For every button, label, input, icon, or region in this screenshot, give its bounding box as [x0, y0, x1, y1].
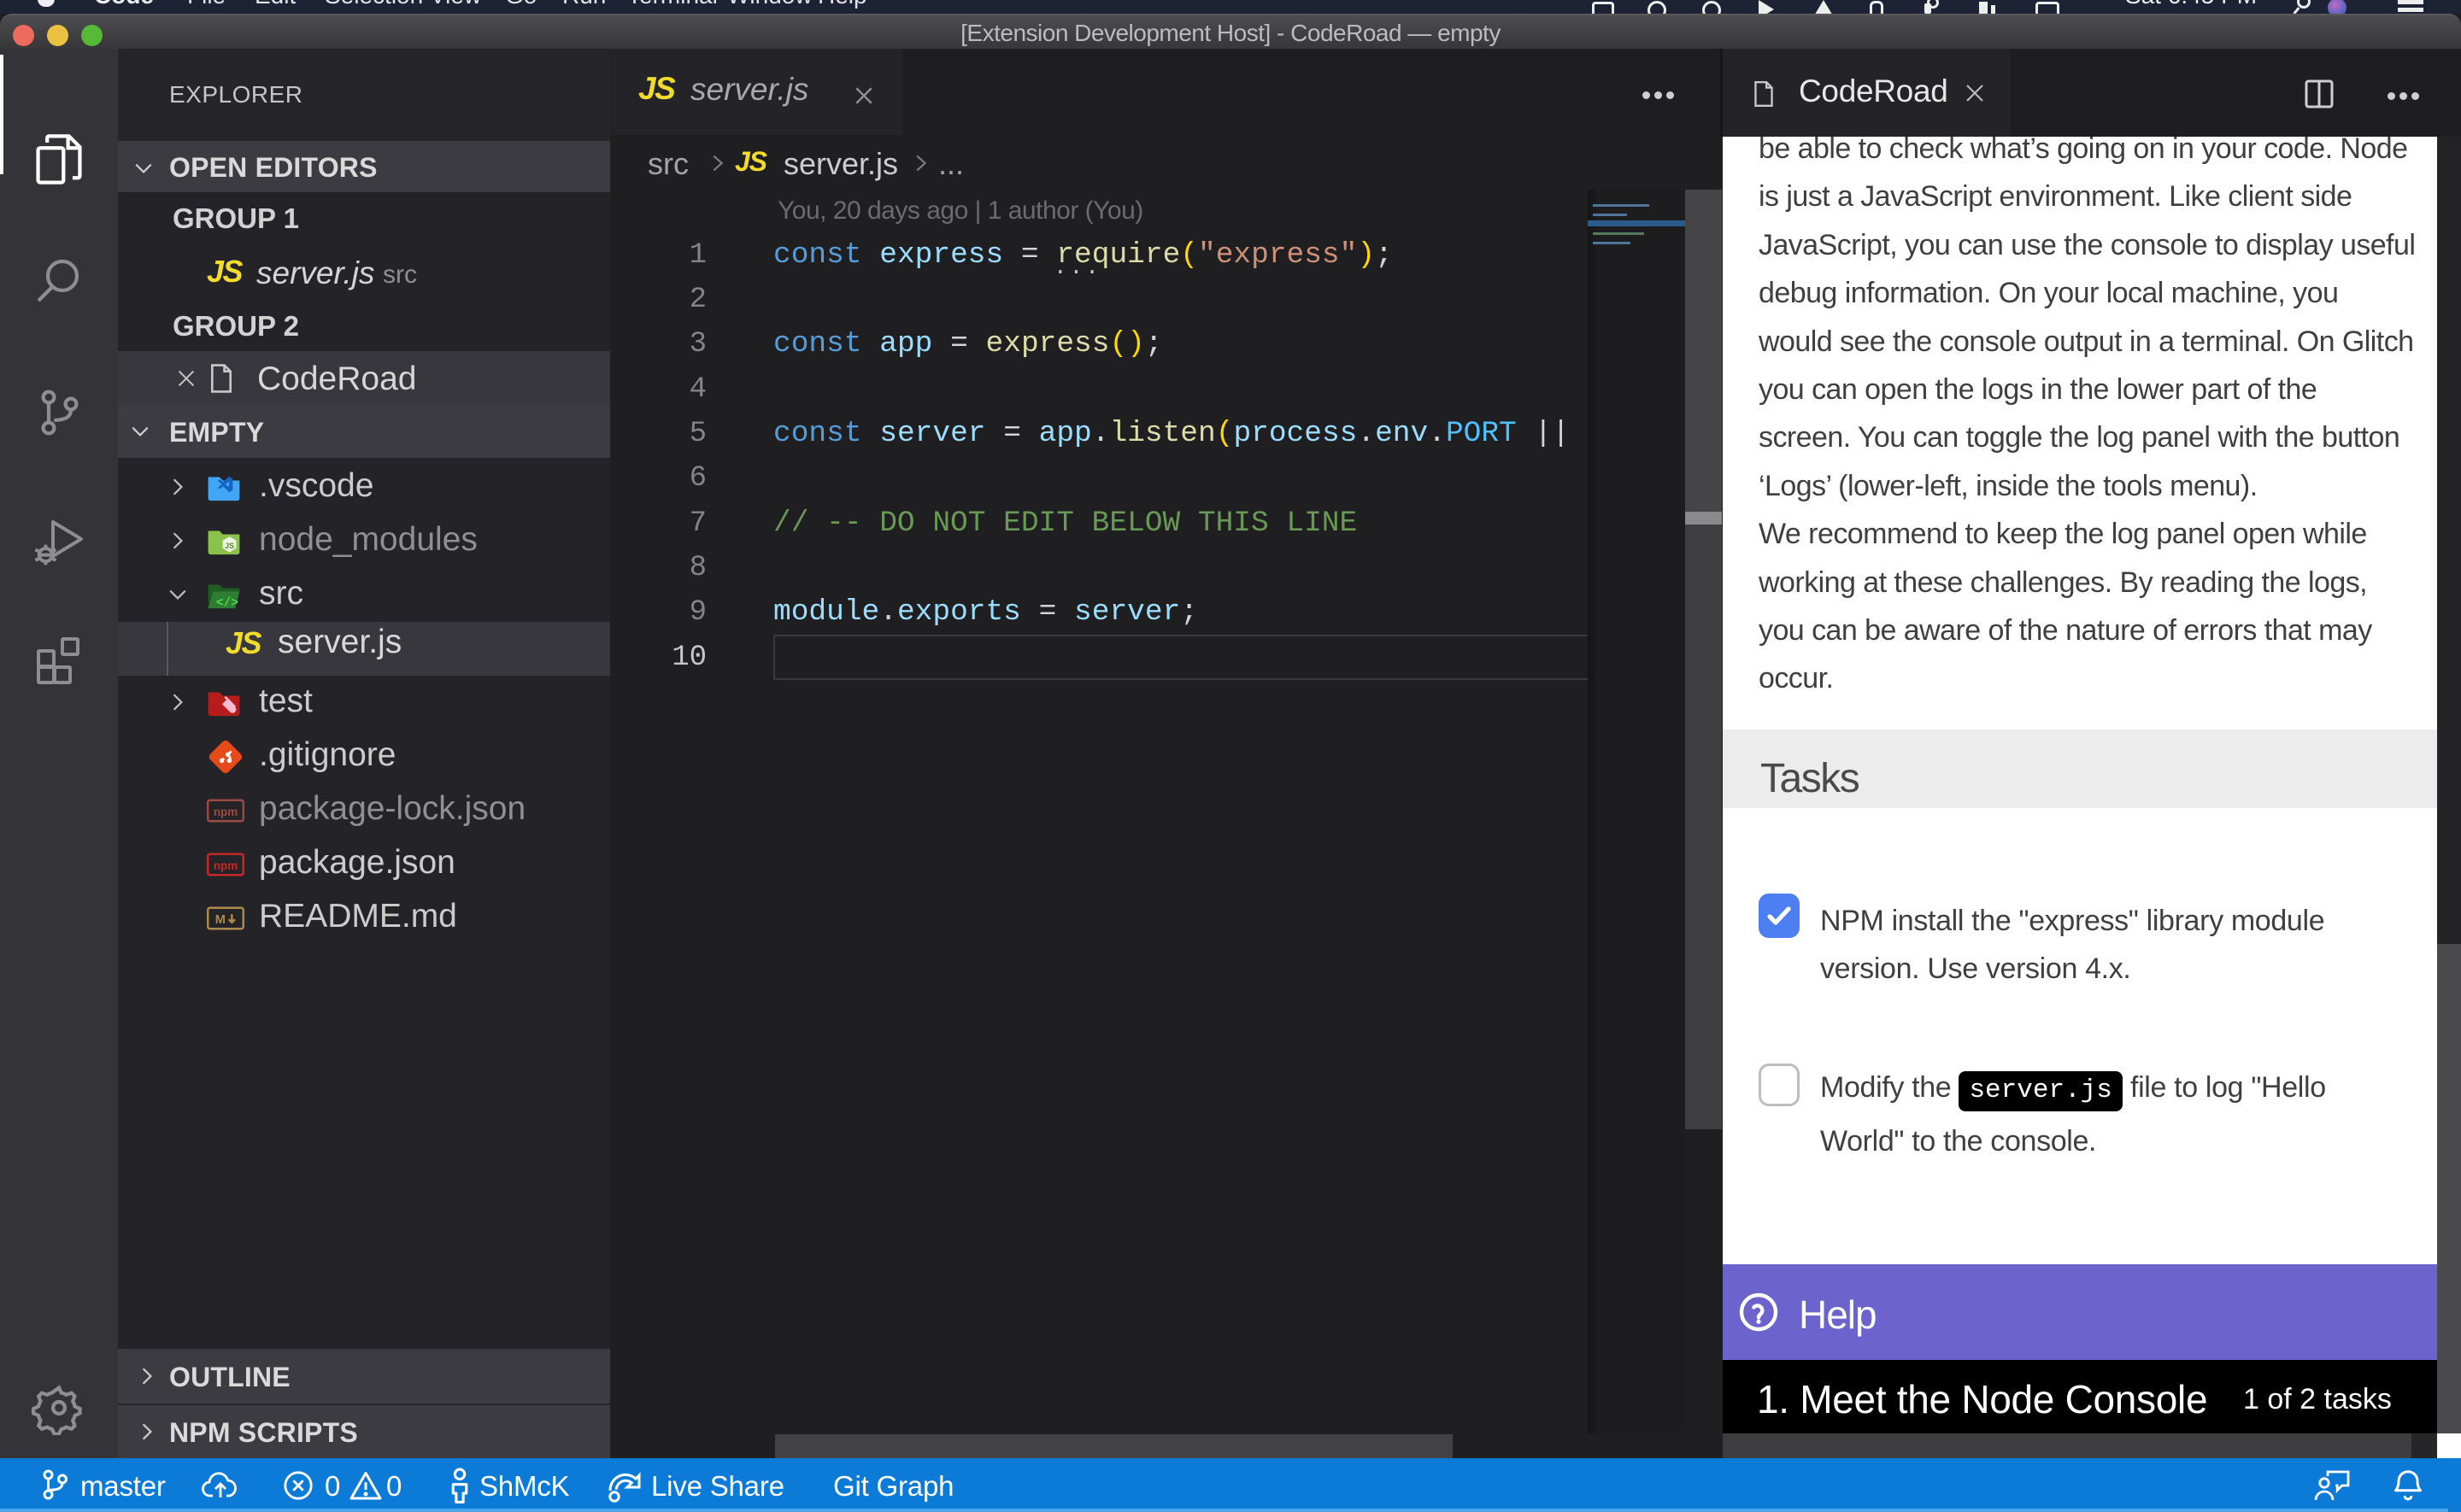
svg-text:npm: npm [214, 806, 238, 818]
svg-text:M: M [215, 913, 226, 927]
svg-text:</>: </> [216, 596, 238, 610]
svg-text:JS: JS [225, 542, 234, 550]
svg-text:npm: npm [214, 859, 238, 872]
